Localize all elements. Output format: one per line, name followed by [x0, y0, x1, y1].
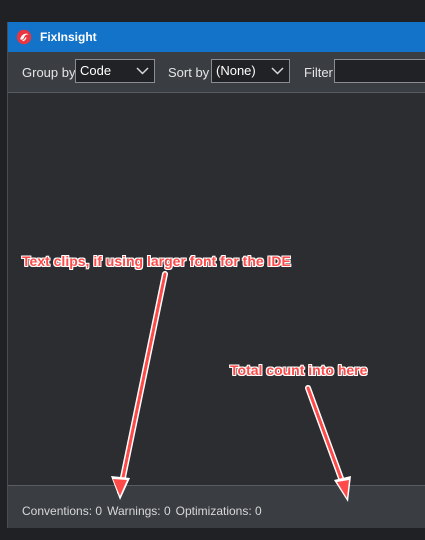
group-by-label: Group by — [22, 65, 76, 80]
toolbar: Group by Code Sort by (None) Filter — [8, 52, 425, 92]
title-bar[interactable]: FixInsight — [8, 22, 425, 52]
warnings-count: Warnings: 0 — [107, 504, 171, 518]
sort-by-label: Sort by — [168, 65, 210, 80]
fixinsight-window: FixInsight Group by Code Sort by (None) … — [7, 22, 425, 528]
results-panel[interactable] — [8, 92, 425, 486]
sort-by-value: (None) — [216, 63, 256, 78]
filter-input[interactable] — [334, 59, 425, 83]
chevron-down-icon — [136, 67, 149, 75]
text-clip-annotation: Text clips, if using larger font for the… — [22, 253, 291, 269]
window-title: FixInsight — [40, 30, 97, 44]
optimizations-count: Optimizations: 0 — [175, 504, 262, 518]
status-bar: Conventions: 0 Warnings: 0 Optimizations: … — [8, 486, 425, 528]
sort-by-select[interactable]: (None) — [211, 59, 290, 83]
filter-label: Filter — [304, 65, 333, 80]
status-counts: Conventions: 0 Warnings: 0 Optimizations: … — [22, 504, 262, 518]
total-count-annotation: Total count into here — [230, 362, 368, 378]
conventions-count: Conventions: 0 — [22, 504, 103, 518]
group-by-select[interactable]: Code — [75, 59, 155, 83]
fixinsight-logo-icon — [16, 29, 32, 45]
group-by-value: Code — [80, 63, 112, 78]
chevron-down-icon — [271, 67, 284, 75]
screenshot-canvas: FixInsight Group by Code Sort by (None) … — [0, 0, 425, 540]
